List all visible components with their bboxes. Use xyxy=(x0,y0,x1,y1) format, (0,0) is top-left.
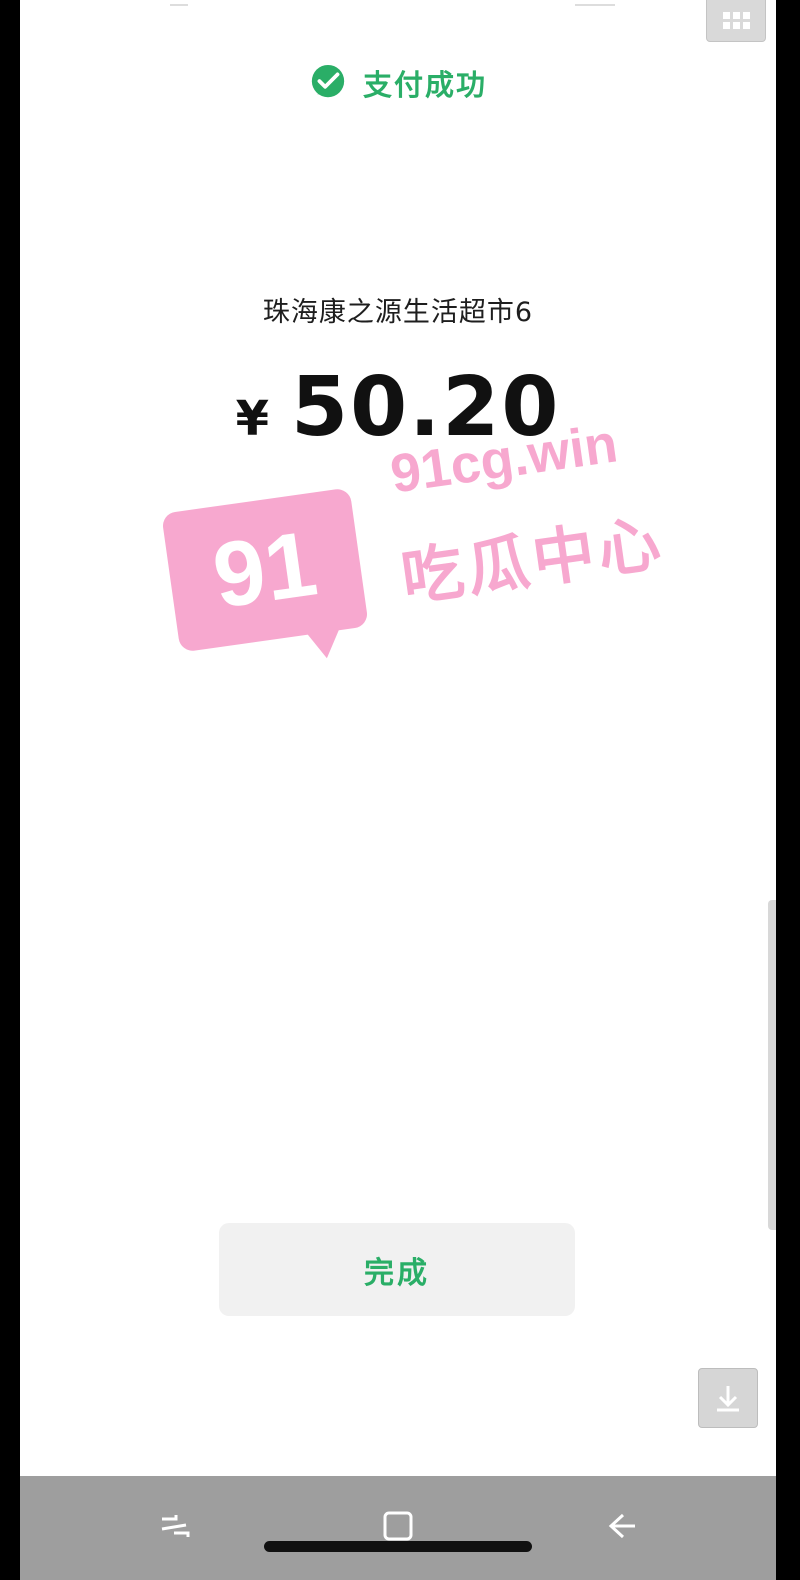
payment-success-screen: 支付成功 珠海康之源生活超市6 ¥ 50.20 91 91cg.win 吃瓜中心… xyxy=(20,0,776,1580)
download-icon[interactable] xyxy=(698,1368,758,1428)
top-partial-icon xyxy=(575,0,615,6)
recent-apps-icon[interactable] xyxy=(155,1506,195,1546)
watermark-slogan: 吃瓜中心 xyxy=(396,505,669,615)
payment-status-label: 支付成功 xyxy=(362,68,487,102)
home-icon[interactable] xyxy=(378,1506,418,1546)
watermark: 91 91cg.win 吃瓜中心 xyxy=(161,400,670,660)
watermark-badge-text: 91 xyxy=(207,511,323,628)
done-button[interactable]: 完成 xyxy=(219,1223,575,1316)
watermark-site: 91cg.win xyxy=(386,413,622,505)
back-icon[interactable] xyxy=(602,1506,642,1546)
payment-status: 支付成功 xyxy=(20,62,776,104)
wechat-pay-icon xyxy=(311,64,345,98)
keyboard-grid-icon[interactable] xyxy=(706,0,766,42)
system-nav-bar xyxy=(20,1476,776,1580)
watermark-badge: 91 xyxy=(161,487,369,653)
merchant-name: 珠海康之源生活超市6 xyxy=(262,297,534,328)
gesture-home-bar[interactable] xyxy=(264,1541,532,1552)
top-partial-icon xyxy=(170,0,188,6)
edge-panel-handle[interactable] xyxy=(768,900,776,1230)
